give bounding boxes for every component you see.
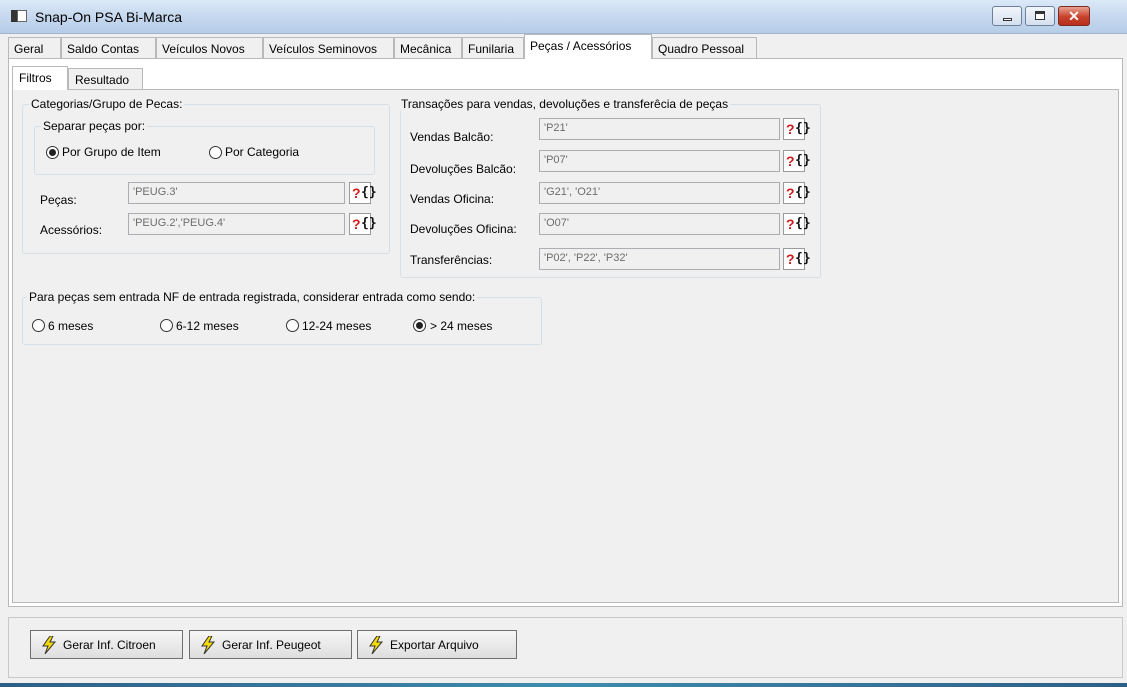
bracket-icon: {} xyxy=(795,251,811,266)
app-icon xyxy=(11,10,27,22)
maximize-icon xyxy=(1035,11,1045,20)
app-window: Snap-On PSA Bi-Marca ✕ Geral Saldo Conta… xyxy=(0,0,1127,687)
radio-por-grupo-label: Por Grupo de Item xyxy=(62,145,161,159)
transferencias-lookup-button[interactable]: ?{} xyxy=(783,248,811,270)
radio-6-meses[interactable] xyxy=(32,319,45,332)
vendas-balcao-lookup-button[interactable]: ?{} xyxy=(783,118,811,140)
radio-6-12-meses-label: 6-12 meses xyxy=(176,319,239,333)
bracket-icon: {} xyxy=(795,216,811,231)
tab-quadro-pessoal[interactable]: Quadro Pessoal xyxy=(652,37,757,58)
gerar-citroen-button[interactable]: Gerar Inf. Citroen xyxy=(30,630,183,659)
minimize-icon xyxy=(1003,18,1012,21)
lightning-icon xyxy=(369,636,384,654)
close-icon: ✕ xyxy=(1068,8,1080,24)
query-lookup-icon: ? xyxy=(352,216,361,232)
vendas-oficina-lookup-button[interactable]: ?{} xyxy=(783,182,811,204)
vendas-oficina-field[interactable]: 'G21', 'O21' xyxy=(539,182,780,204)
devolucoes-oficina-field[interactable]: 'O07' xyxy=(539,213,780,235)
radio-6-12-meses[interactable] xyxy=(160,319,173,332)
devolucoes-oficina-lookup-button[interactable]: ?{} xyxy=(783,213,811,235)
title-bar: Snap-On PSA Bi-Marca ✕ xyxy=(0,0,1127,34)
radio-por-grupo[interactable] xyxy=(46,146,59,159)
radio-12-24-meses[interactable] xyxy=(286,319,299,332)
gerar-peugeot-label: Gerar Inf. Peugeot xyxy=(222,638,321,652)
tab-saldo-contas[interactable]: Saldo Contas xyxy=(61,37,156,58)
transferencias-label: Transferências: xyxy=(410,253,493,267)
tab-geral[interactable]: Geral xyxy=(8,37,61,58)
vendas-balcao-field[interactable]: 'P21' xyxy=(539,118,780,140)
devolucoes-balcao-lookup-button[interactable]: ?{} xyxy=(783,150,811,172)
gerar-peugeot-button[interactable]: Gerar Inf. Peugeot xyxy=(189,630,352,659)
radio-mais-24-meses-label: > 24 meses xyxy=(430,319,493,333)
acessorios-lookup-button[interactable]: ?{} xyxy=(349,213,377,235)
tab-pecas-acessorios[interactable]: Peças / Acessórios xyxy=(524,34,652,59)
transferencias-field[interactable]: 'P02', 'P22', 'P32' xyxy=(539,248,780,270)
exportar-arquivo-button[interactable]: Exportar Arquivo xyxy=(357,630,517,659)
minimize-button[interactable] xyxy=(992,6,1022,26)
tab-veiculos-novos[interactable]: Veículos Novos xyxy=(156,37,263,58)
categorias-legend: Categorias/Grupo de Pecas: xyxy=(29,97,185,111)
exportar-arquivo-label: Exportar Arquivo xyxy=(390,638,479,652)
lightning-icon xyxy=(201,636,216,654)
tab-filtros[interactable]: Filtros xyxy=(12,66,68,90)
tab-funilaria[interactable]: Funilaria xyxy=(462,37,524,58)
devolucoes-oficina-label: Devoluções Oficina: xyxy=(410,222,517,236)
acessorios-field[interactable]: 'PEUG.2','PEUG.4' xyxy=(128,213,345,235)
pecas-label: Peças: xyxy=(40,193,77,207)
close-button[interactable]: ✕ xyxy=(1058,6,1090,26)
window-title: Snap-On PSA Bi-Marca xyxy=(35,9,183,25)
bracket-icon: {} xyxy=(361,216,377,231)
radio-por-categoria-label: Por Categoria xyxy=(225,145,300,159)
taskbar-edge xyxy=(0,683,1127,687)
lightning-icon xyxy=(42,636,57,654)
gerar-citroen-label: Gerar Inf. Citroen xyxy=(63,638,156,652)
tab-mecanica[interactable]: Mecânica xyxy=(394,37,462,58)
query-lookup-icon: ? xyxy=(786,185,795,201)
tab-veiculos-seminovos[interactable]: Veículos Seminovos xyxy=(263,37,394,58)
tab-resultado[interactable]: Resultado xyxy=(68,68,143,89)
bracket-icon: {} xyxy=(361,185,377,200)
pecas-field[interactable]: 'PEUG.3' xyxy=(128,182,345,204)
separar-legend: Separar peças por: xyxy=(41,119,148,133)
vendas-oficina-label: Vendas Oficina: xyxy=(410,192,495,206)
devolucoes-balcao-field[interactable]: 'P07' xyxy=(539,150,780,172)
radio-6-meses-label: 6 meses xyxy=(48,319,94,333)
query-lookup-icon: ? xyxy=(786,251,795,267)
radio-mais-24-meses[interactable] xyxy=(413,319,426,332)
radio-por-categoria[interactable] xyxy=(209,146,222,159)
bracket-icon: {} xyxy=(795,153,811,168)
entrada-legend: Para peças sem entrada NF de entrada reg… xyxy=(27,290,478,304)
transacoes-legend: Transações para vendas, devoluções e tra… xyxy=(399,97,731,111)
devolucoes-balcao-label: Devoluções Balcão: xyxy=(410,162,517,176)
query-lookup-icon: ? xyxy=(786,216,795,232)
vendas-balcao-label: Vendas Balcão: xyxy=(410,130,494,144)
query-lookup-icon: ? xyxy=(352,185,361,201)
bracket-icon: {} xyxy=(795,121,811,136)
acessorios-label: Acessórios: xyxy=(40,223,103,237)
query-lookup-icon: ? xyxy=(786,153,795,169)
bracket-icon: {} xyxy=(795,185,811,200)
query-lookup-icon: ? xyxy=(786,121,795,137)
radio-12-24-meses-label: 12-24 meses xyxy=(302,319,372,333)
pecas-lookup-button[interactable]: ?{} xyxy=(349,182,377,204)
maximize-button[interactable] xyxy=(1025,6,1055,26)
